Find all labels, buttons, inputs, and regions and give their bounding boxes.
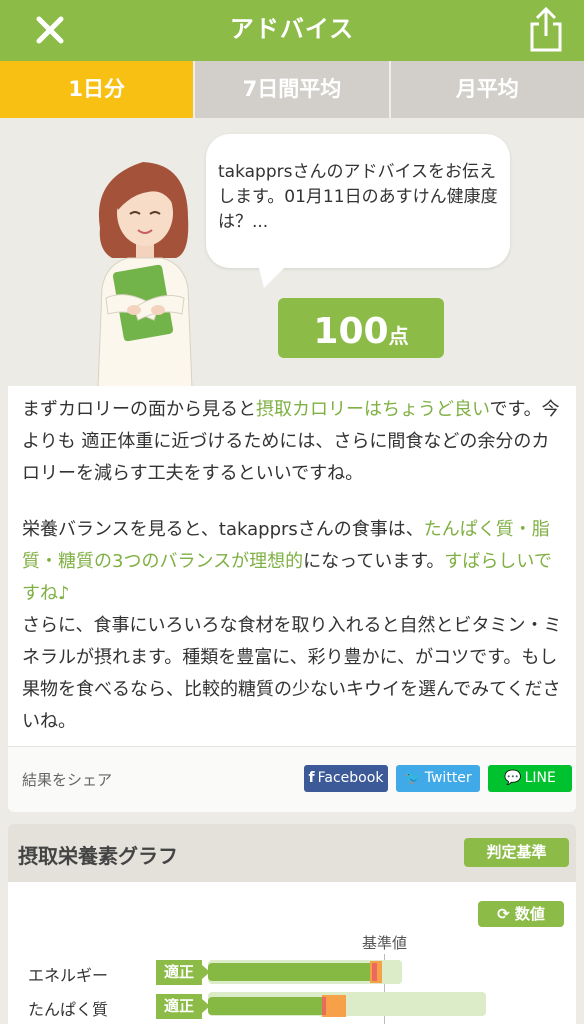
judgement-criteria-button[interactable]: 判定基準 (464, 838, 569, 867)
facebook-icon: f (308, 770, 315, 786)
period-tabs: 1日分 7日間平均 月平均 (0, 61, 584, 118)
line-chat-icon: 💬 (504, 770, 522, 786)
speech-bubble-tail-icon (258, 264, 288, 288)
health-score: 100点 (278, 298, 444, 358)
reference-value-label: 基準値 (362, 934, 408, 952)
twitter-bird-icon: 🐦 (404, 770, 422, 786)
advisor-section: takapprsさんのアドバイスをお伝えします。01月11日のあすけん健康度は？… (0, 118, 584, 388)
refresh-icon: ⟳ (497, 905, 515, 923)
advice-speech-bubble: takapprsさんのアドバイスをお伝えします。01月11日のあすけん健康度は？… (206, 134, 510, 268)
protein-intake-bar (208, 997, 322, 1015)
show-values-button[interactable]: ⟳ 数値 (478, 901, 564, 927)
nutrient-label-protein: たんぱく質 (28, 1000, 109, 1019)
advice-text: まずカロリーの面から見ると摂取カロリーはちょうど良いです。今よりも 適正体重に近… (8, 386, 576, 746)
energy-excess-marker (372, 963, 377, 981)
score-value: 100 (313, 311, 389, 352)
share-icon[interactable] (524, 6, 568, 54)
facebook-share-button[interactable]: f Facebook (304, 765, 388, 792)
share-bar: 結果をシェア f Facebook 🐦 Twitter 💬 LINE (8, 746, 576, 812)
tab-1day[interactable]: 1日分 (0, 61, 194, 118)
score-unit: 点 (388, 324, 409, 348)
nutrient-graph-card: 摂取栄養素グラフ 判定基準 ⟳ 数値 基準値 エネルギー 適正 たんぱく質 適正 (8, 824, 576, 1024)
tab-7day-average[interactable]: 7日間平均 (193, 61, 389, 118)
graph-title: 摂取栄養素グラフ (18, 844, 178, 868)
graph-header: 摂取栄養素グラフ 判定基準 (8, 824, 576, 882)
status-badge: 適正 (156, 960, 210, 985)
status-badge: 適正 (156, 994, 210, 1019)
protein-excess-marker (322, 997, 326, 1015)
twitter-share-button[interactable]: 🐦 Twitter (396, 765, 480, 792)
advisor-avatar (97, 162, 193, 388)
app-header: アドバイス (0, 0, 584, 61)
advice-paragraph-vitamin: さらに、食事にいろいろな食材を取り入れると自然とビタミン・ミネラルが摂れます。種… (22, 615, 562, 732)
share-label: 結果をシェア (22, 771, 113, 789)
advice-paragraph-calorie: まずカロリーの面から見ると摂取カロリーはちょうど良いです。今よりも 適正体重に近… (22, 399, 560, 484)
page-title: アドバイス (229, 15, 355, 43)
advice-paragraph-balance: 栄養バランスを見ると、takapprsさんの食事は、たんぱく質・脂質・糖質の3つ… (22, 519, 552, 604)
tab-monthly-average[interactable]: 月平均 (388, 61, 584, 118)
advice-highlight: 摂取カロリーはちょうど良い (256, 399, 490, 420)
energy-intake-bar (208, 963, 372, 981)
nutrient-label-energy: エネルギー (28, 966, 109, 985)
line-share-button[interactable]: 💬 LINE (488, 765, 572, 792)
